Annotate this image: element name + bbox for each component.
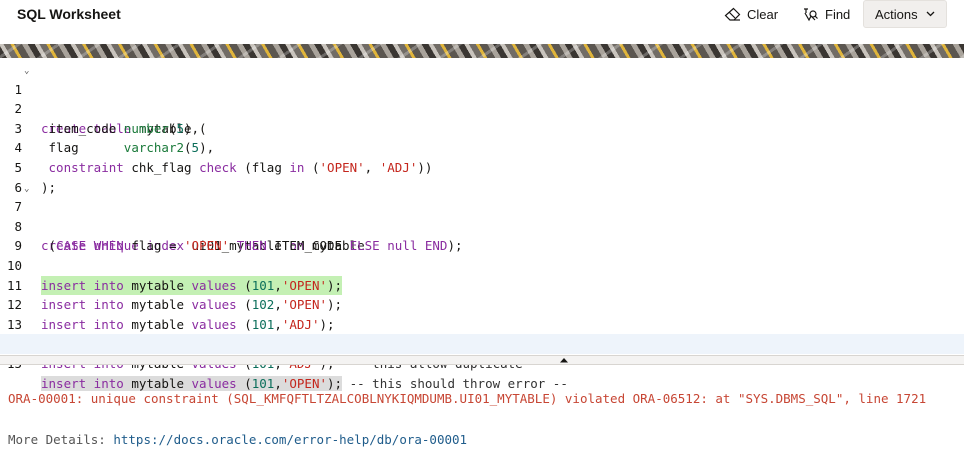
editor-line: 12 insert into mytable values (101,'ADJ'…: [0, 276, 964, 332]
sql-editor[interactable]: 1 ⌄ create table mytable ( 2 item_code n…: [0, 60, 964, 391]
editor-line: 6: [0, 158, 964, 195]
pane-splitter[interactable]: [0, 355, 964, 365]
error-message: ORA-00001: unique constraint (SQL_KMFQFT…: [8, 391, 927, 406]
editor-line: 8 (CASE WHEN flag = 'OPEN' THEN ITEM_COD…: [0, 197, 964, 254]
more-details-label: More Details:: [8, 432, 114, 447]
editor-line: 5 );: [0, 138, 964, 195]
editor-line: 7 ⌄ create unique index ui01_mytable on …: [0, 178, 964, 254]
editor-line: 10 insert into mytable values (101,'OPEN…: [0, 236, 964, 296]
more-details-link[interactable]: https://docs.oracle.com/error-help/db/or…: [113, 432, 467, 447]
editor-line: 9: [0, 217, 964, 253]
clear-label: Clear: [747, 6, 779, 22]
editor-line: 14 insert into mytable values (101,'ADJ'…: [0, 315, 964, 371]
find-button[interactable]: Find: [802, 0, 850, 28]
editor-line: 1 ⌄ create table mytable (: [0, 60, 964, 136]
editor-line: 4 constraint chk_flag check (flag in ('O…: [0, 119, 964, 175]
editor-line: 2 item_code number(5),: [0, 80, 964, 136]
editor-line: 3 flag varchar2(5),: [0, 99, 964, 156]
actions-label: Actions: [875, 6, 918, 22]
page-title: SQL Worksheet: [17, 6, 121, 22]
chevron-down-icon: [926, 11, 935, 17]
find-label: Find: [825, 6, 851, 22]
editor-line-current: 15 insert into mytable values (101,'OPEN…: [0, 334, 964, 391]
caret-up-icon[interactable]: [549, 356, 579, 364]
editor-line: 11 insert into mytable values (102,'OPEN…: [0, 256, 964, 313]
more-details: More Details: https://docs.oracle.com/er…: [8, 432, 467, 447]
decorative-banner: [0, 44, 964, 58]
worksheet-header: SQL Worksheet Clear Find Actions: [0, 0, 964, 44]
editor-line: 13 insert into mytable values (102,'ADJ'…: [0, 295, 964, 352]
clear-button[interactable]: Clear: [724, 0, 778, 28]
output-pane: ORA-00001: unique constraint (SQL_KMFQFT…: [0, 366, 964, 454]
actions-button[interactable]: Actions: [863, 0, 947, 28]
eraser-icon: [724, 7, 741, 21]
find-icon: [804, 7, 818, 21]
